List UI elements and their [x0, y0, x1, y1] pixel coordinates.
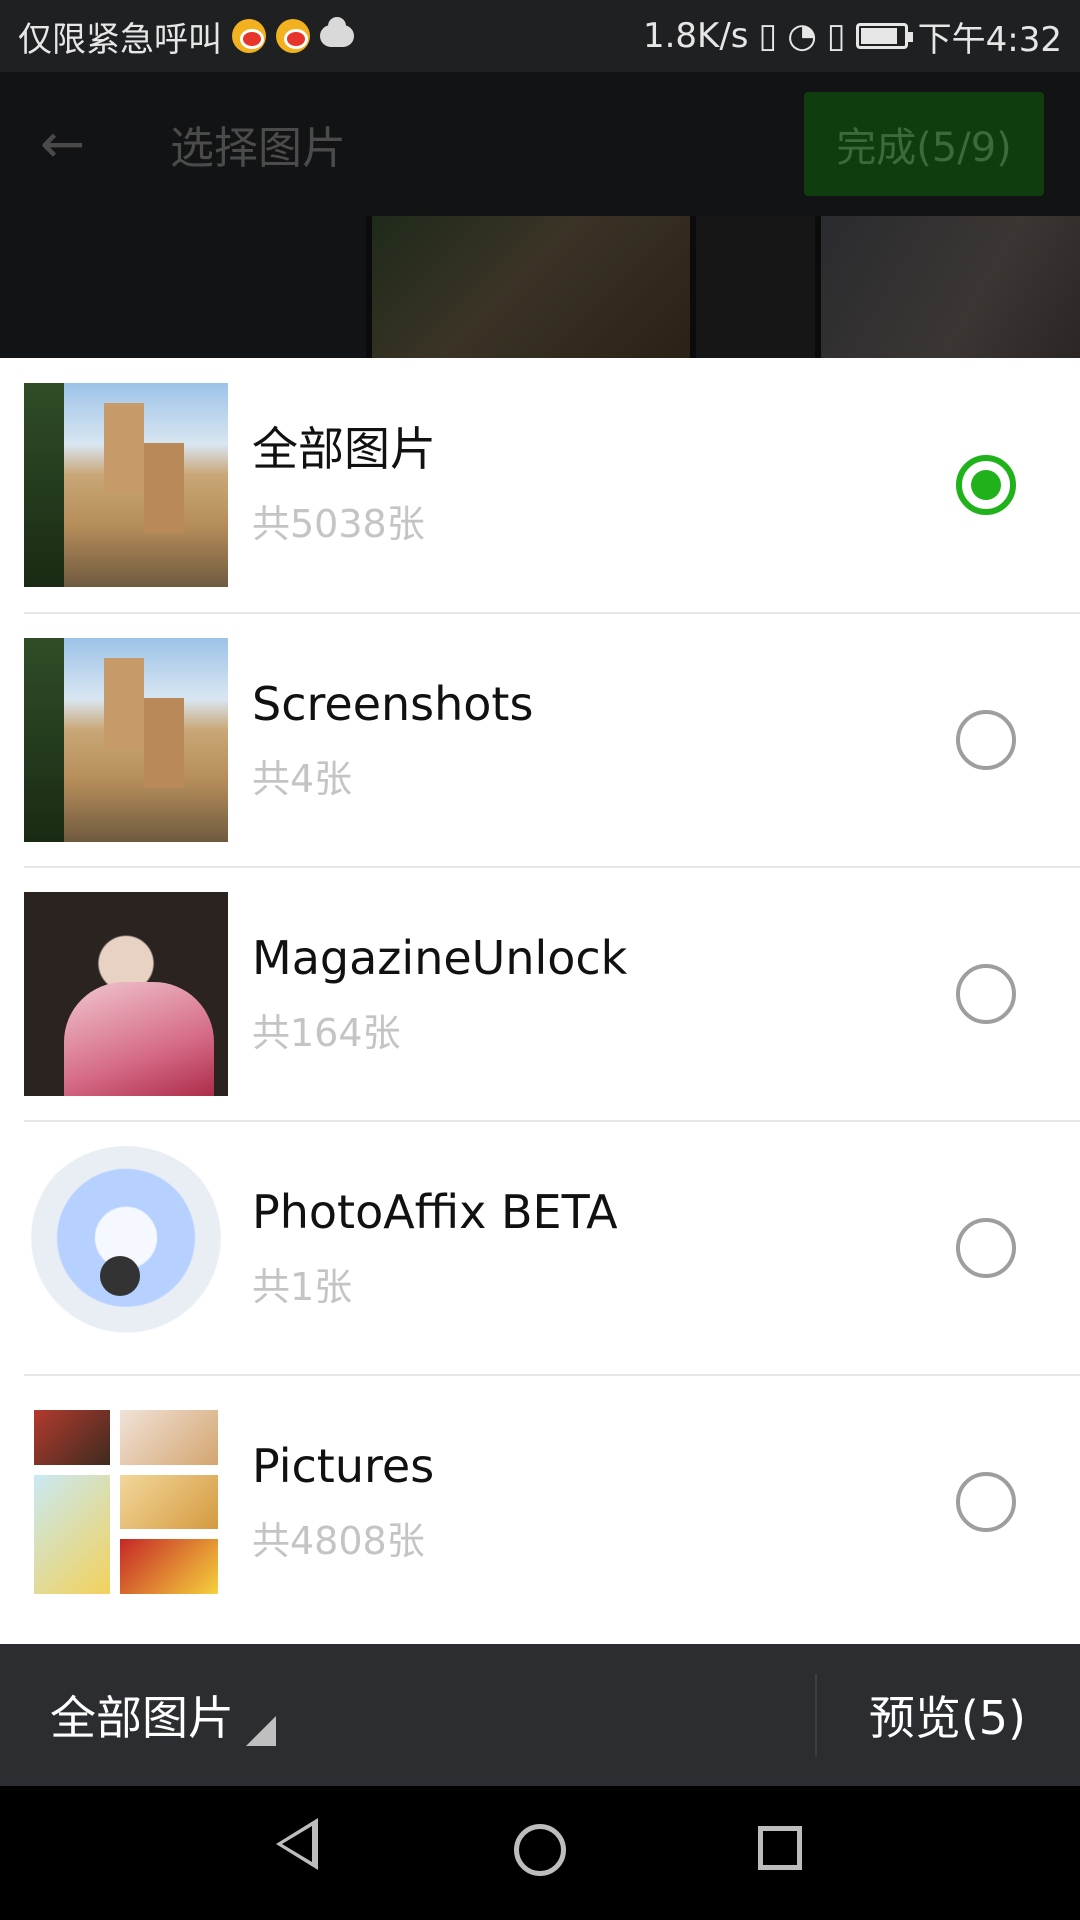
network-speed: 1.8K/s	[642, 16, 749, 56]
album-name: Pictures	[252, 1438, 435, 1493]
album-row-pictures[interactable]: Pictures 共4808张	[24, 1374, 1080, 1628]
album-thumbnail	[24, 638, 228, 842]
radio-unselected-icon[interactable]	[956, 964, 1016, 1024]
wifi-icon: ◔	[787, 16, 817, 56]
album-selector-label: 全部图片	[50, 1691, 234, 1745]
album-count: 共4张	[252, 757, 353, 802]
photo-thumbnail	[371, 216, 691, 358]
album-count: 共1张	[252, 1265, 353, 1310]
sim-alert-icon: ▯	[826, 16, 846, 56]
radio-unselected-icon[interactable]	[956, 1472, 1016, 1532]
radio-unselected-icon[interactable]	[956, 1218, 1016, 1278]
album-name: PhotoAffix BETA	[252, 1184, 618, 1239]
album-row-all[interactable]: 全部图片 共5038张	[0, 358, 1080, 612]
app-bar: ← 选择图片 完成(5/9)	[0, 72, 1080, 216]
divider	[815, 1674, 817, 1756]
status-left-text: 仅限紧急呼叫	[18, 19, 222, 60]
album-name: MagazineUnlock	[252, 930, 628, 985]
battery-icon	[855, 23, 913, 49]
album-selector-button[interactable]: 全部图片	[50, 1682, 276, 1748]
photo-thumbnail	[820, 216, 1080, 358]
status-right: 1.8K/s ▯ ◔ ▯ 下午4:32	[643, 12, 1062, 61]
album-row-photoaffix[interactable]: PhotoAffix BETA 共1张	[24, 1120, 1080, 1374]
clock: 下午4:32	[917, 19, 1062, 60]
photo-thumbnail	[696, 216, 815, 358]
album-name: 全部图片	[252, 421, 436, 476]
album-list: 全部图片 共5038张 Screenshots 共4张 MagazineUnlo…	[0, 358, 1080, 1644]
photo-thumbnail	[0, 216, 366, 358]
weibo-icon	[276, 19, 310, 53]
album-row-magazineunlock[interactable]: MagazineUnlock 共164张	[24, 866, 1080, 1120]
vibrate-icon: ▯	[758, 16, 778, 56]
cloud-icon	[320, 17, 354, 47]
album-thumbnail	[24, 892, 228, 1096]
page-title: 选择图片	[170, 123, 346, 174]
done-button[interactable]: 完成(5/9)	[804, 92, 1044, 196]
album-thumbnail	[24, 1400, 228, 1604]
radio-unselected-icon[interactable]	[956, 710, 1016, 770]
album-count: 共4808张	[252, 1519, 425, 1564]
weibo-icon	[232, 19, 266, 53]
photo-grid-background	[0, 216, 1080, 358]
radio-selected-icon[interactable]	[956, 455, 1016, 515]
preview-button[interactable]: 预览(5)	[869, 1644, 1026, 1786]
album-thumbnail	[24, 1146, 228, 1350]
album-count: 共5038张	[252, 502, 425, 547]
bottom-bar: 全部图片 预览(5)	[0, 1644, 1080, 1786]
nav-back-icon[interactable]	[276, 1818, 318, 1870]
album-name: Screenshots	[252, 676, 534, 731]
dropdown-triangle-icon	[246, 1716, 276, 1746]
navigation-bar	[0, 1786, 1080, 1920]
back-arrow-icon[interactable]: ←	[40, 114, 100, 174]
nav-recents-icon[interactable]	[758, 1826, 802, 1870]
nav-home-icon[interactable]	[514, 1824, 566, 1876]
album-thumbnail	[24, 383, 228, 587]
status-bar: 仅限紧急呼叫 1.8K/s ▯ ◔ ▯ 下午4:32	[0, 0, 1080, 72]
album-row-screenshots[interactable]: Screenshots 共4张	[24, 612, 1080, 866]
status-left: 仅限紧急呼叫	[18, 12, 354, 61]
album-count: 共164张	[252, 1011, 401, 1056]
